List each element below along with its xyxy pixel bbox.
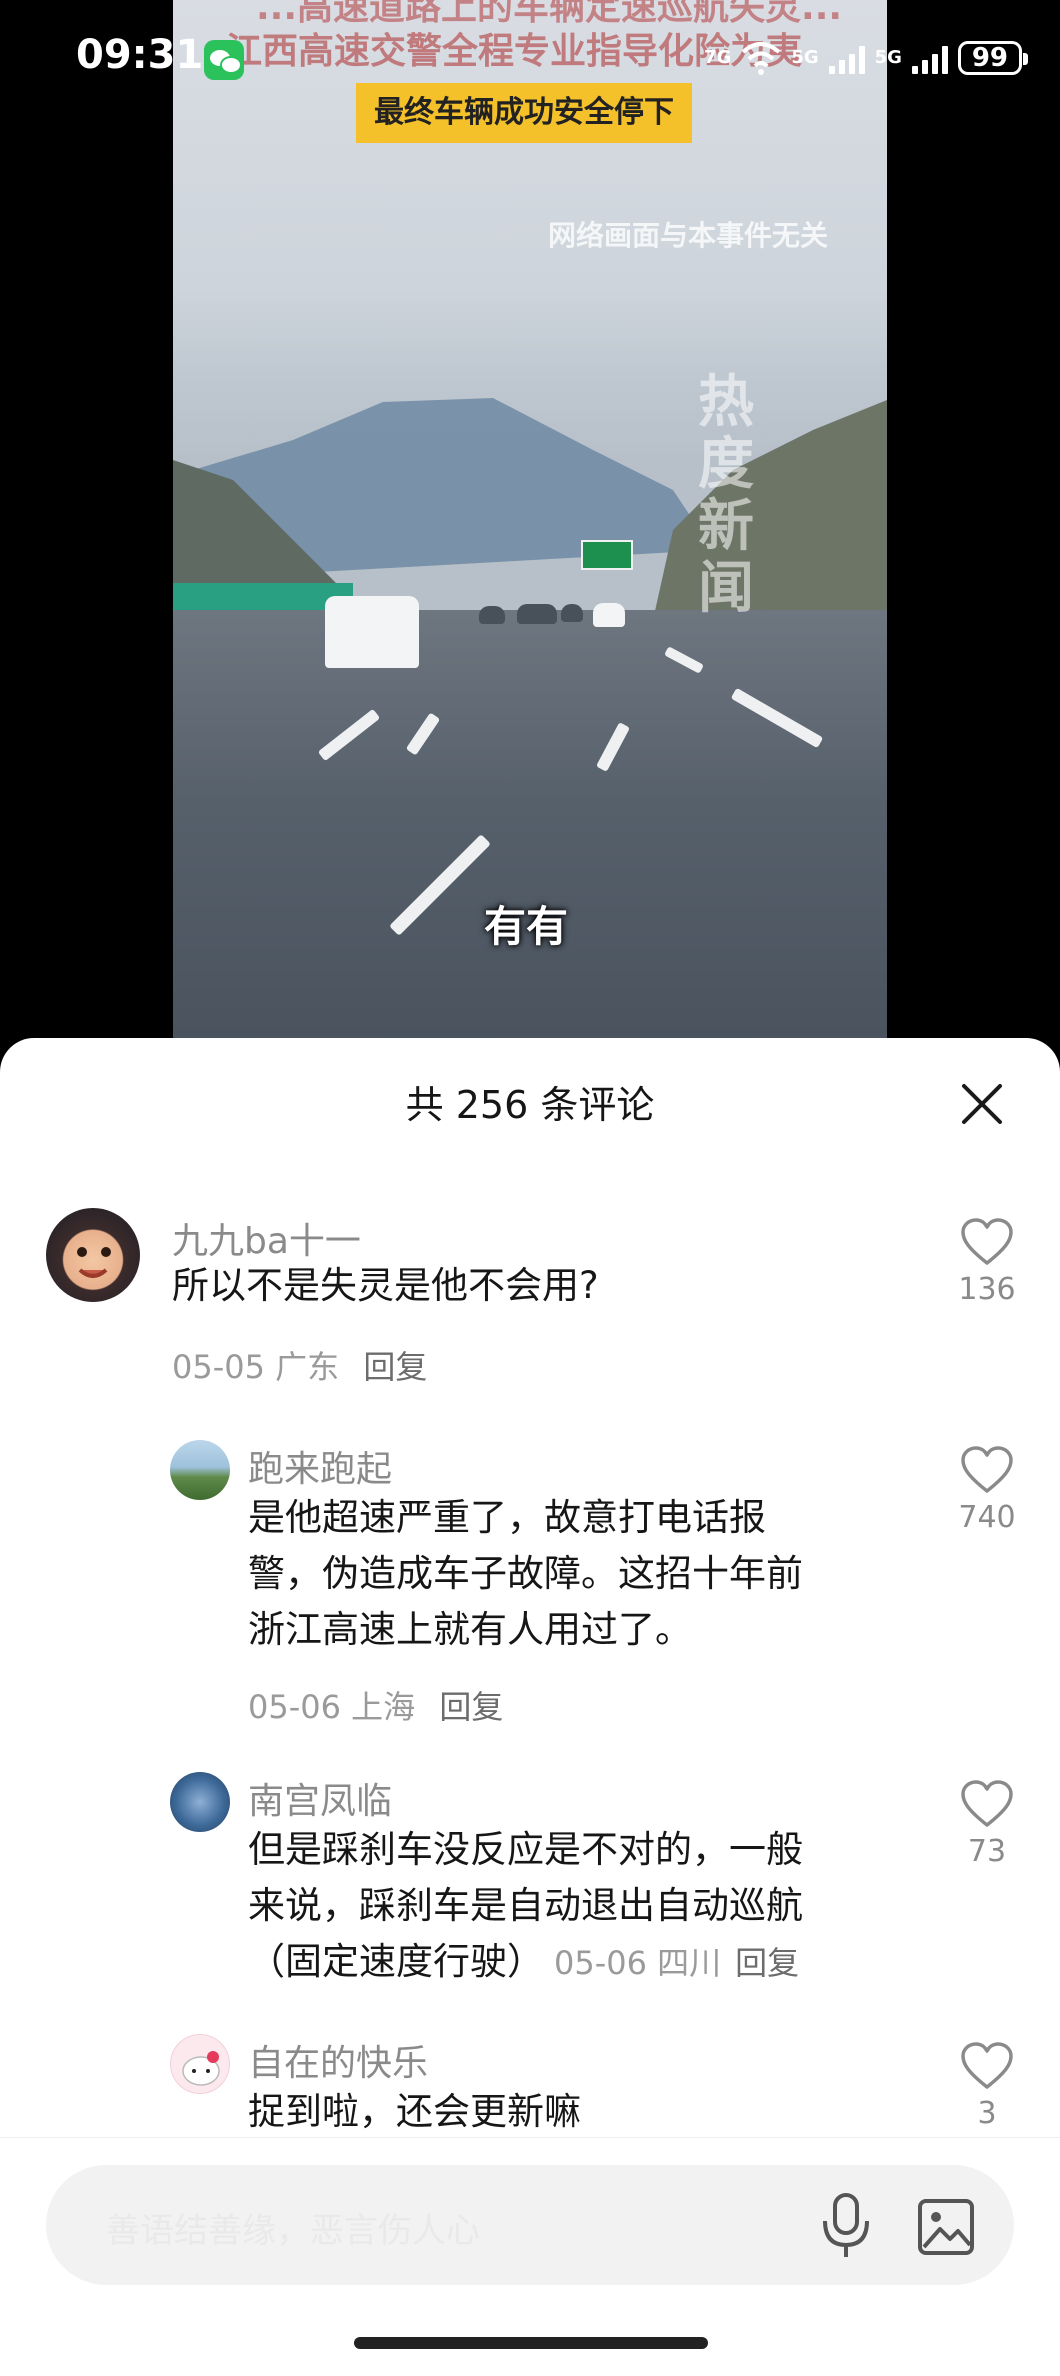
reply-button[interactable]: 回复 — [735, 1944, 799, 1982]
video-subtitle: 有有 — [484, 902, 569, 951]
highway-sign — [581, 540, 633, 570]
signal-icon — [911, 42, 948, 74]
comment-date: 05-06 — [248, 1688, 341, 1726]
like-count: 136 — [958, 1272, 1016, 1307]
heart-icon — [961, 1218, 1013, 1265]
comment-username[interactable]: 九九ba十一 — [172, 1212, 361, 1264]
network-type-label: 5G — [874, 47, 902, 68]
network-type-label: 7G — [704, 47, 732, 68]
like-count: 3 — [977, 2096, 997, 2131]
comment-meta: 05-05 广东 回复 — [172, 1342, 427, 1388]
avatar[interactable] — [170, 1772, 230, 1832]
avatar[interactable] — [170, 1440, 230, 1500]
comment-text: 所以不是失灵是他不会用? — [172, 1264, 599, 1307]
comment-input-placeholder: 善语结善缘，恶言伤人心 — [106, 2211, 480, 2251]
like-count: 740 — [958, 1500, 1016, 1535]
mic-icon[interactable] — [816, 2191, 876, 2261]
signal-icon — [828, 42, 865, 74]
like-count: 73 — [967, 1834, 1007, 1869]
comment-username[interactable]: 自在的快乐 — [248, 2034, 428, 2086]
like-button[interactable]: 136 — [952, 1218, 1022, 1307]
video-disclaimer: 网络画面与本事件无关 — [548, 219, 829, 252]
like-button[interactable]: 3 — [952, 2042, 1022, 2131]
white-car — [593, 603, 625, 627]
like-button[interactable]: 73 — [952, 1780, 1022, 1869]
wifi-icon — [741, 42, 781, 75]
comment-text: 是他超速严重了，故意打电话报 警，伪造成车子故障。这招十年前 浙江高速上就有人用… — [248, 1496, 803, 1651]
comment-input[interactable]: 善语结善缘，恶言伤人心 — [46, 2165, 1014, 2285]
network-type-label: 5G — [791, 47, 819, 68]
home-bar-area — [0, 2317, 1060, 2376]
close-icon[interactable] — [960, 1082, 1004, 1126]
comment-text: 捉到啦，还会更新嘛 — [248, 2090, 581, 2133]
battery-icon: 99 — [957, 41, 1028, 75]
video-player[interactable]: ...高速道路上的车辆定速巡航失灵... 江西高速交警全程专业指导化险为夷 最终… — [0, 0, 1060, 1060]
white-suv — [325, 596, 419, 668]
comment-username[interactable]: 跑来跑起 — [248, 1440, 392, 1492]
heart-icon — [961, 1780, 1013, 1827]
comment-location: 四川 — [657, 1944, 722, 1982]
reply-button[interactable]: 回复 — [363, 1348, 427, 1386]
comment-location: 上海 — [351, 1688, 416, 1726]
avatar[interactable] — [46, 1208, 140, 1302]
comment-meta: 05-06 上海 回复 — [248, 1682, 503, 1728]
road — [173, 610, 887, 1040]
wechat-icon — [204, 40, 244, 80]
comment-username[interactable]: 南宫凤临 — [248, 1772, 392, 1824]
heart-icon — [961, 1446, 1013, 1493]
heart-icon — [961, 2042, 1013, 2089]
like-button[interactable]: 740 — [952, 1446, 1022, 1535]
status-time: 09:31 — [76, 32, 204, 78]
home-indicator[interactable] — [354, 2337, 708, 2349]
reply-button[interactable]: 回复 — [439, 1688, 503, 1726]
comment-meta: 05-06 四川 回复 — [554, 1944, 799, 1982]
comment-location: 广东 — [275, 1348, 340, 1386]
comments-count-title: 共 256 条评论 — [405, 1083, 655, 1127]
image-icon[interactable] — [916, 2197, 976, 2257]
comment-date: 05-06 — [554, 1944, 647, 1982]
comment-date: 05-05 — [172, 1348, 265, 1386]
avatar[interactable] — [170, 2034, 230, 2094]
battery-level: 99 — [971, 43, 1009, 73]
baby-face-icon — [77, 1247, 111, 1278]
status-bar: 09:31 7G 5G 5G 99 — [0, 0, 1060, 118]
comment-text: 但是踩刹车没反应是不对的，一般 来说，踩刹车是自动退出自动巡航 （固定速度行驶）… — [248, 1828, 803, 1983]
watermark-logo: 热度新闻 — [698, 370, 756, 621]
cat-icon — [182, 2051, 220, 2086]
comment-input-bar: 善语结善缘，恶言伤人心 — [0, 2137, 1060, 2318]
